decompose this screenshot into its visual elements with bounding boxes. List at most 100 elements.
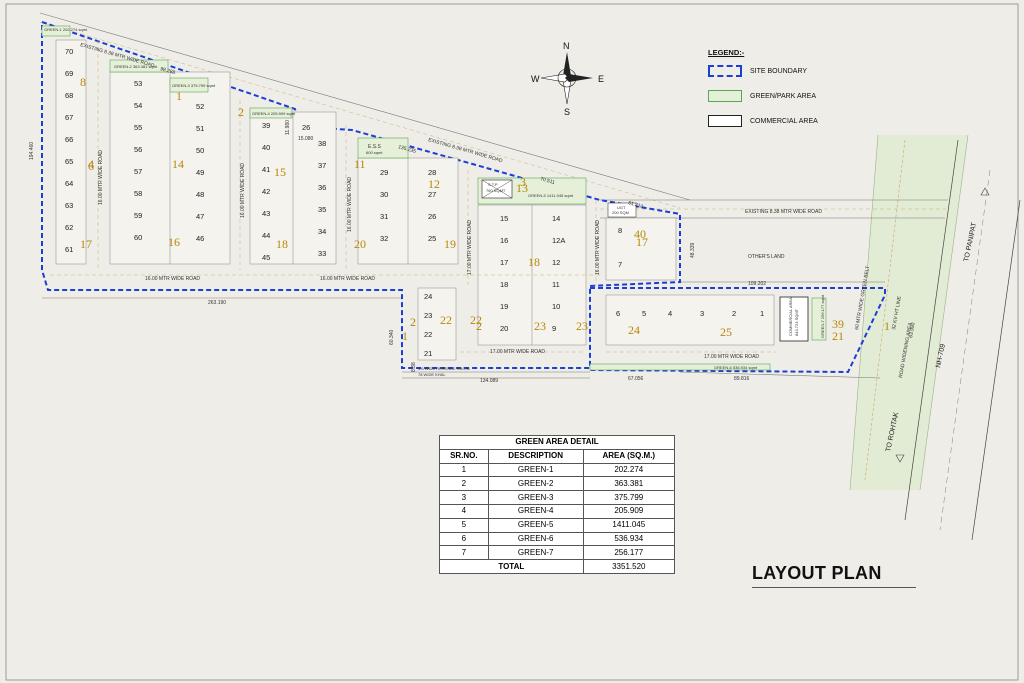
compass-w: W (531, 74, 540, 84)
green-3-label: GREEN-3 375.799 sqmt (172, 83, 216, 88)
dim-left: 194.460 (29, 142, 35, 160)
site-boundary-swatch (708, 65, 742, 77)
plot-number: 21 (424, 349, 432, 358)
green-6-label: GREEN-6 536.934 sqmt (714, 365, 758, 370)
table-cell: GREEN-5 (487, 517, 584, 533)
plot-number: 57 (134, 167, 142, 176)
plot-number: 66 (65, 135, 73, 144)
road-label-16m-3: 16.00 MTR WIDE ROAD (347, 177, 353, 232)
plot-number: 29 (380, 168, 388, 177)
green-belt-area (850, 135, 968, 490)
plot-number: 45 (262, 253, 270, 262)
legend-label: COMMERCIAL AREA (750, 117, 818, 125)
plot-number: 55 (134, 123, 142, 132)
green-5-label: GREEN-5 1411.045 sqmt (528, 193, 574, 198)
table-cell: 375.799 (582, 490, 676, 505)
road-label-16m-4: 16.00 MTR WIDE ROAD (145, 276, 200, 282)
plot-number: 69 (65, 69, 73, 78)
plot-number: 12A (552, 236, 565, 245)
highway-edge (971, 199, 1021, 541)
boundary-line (679, 371, 881, 379)
plot-number: 46 (196, 234, 204, 243)
block-number: 16 (168, 235, 180, 249)
plot-number: 61 (65, 245, 73, 254)
table-cell: 1411.045 (582, 517, 676, 533)
ugt-area-label: 200 SQM (612, 210, 629, 215)
plot-number: 36 (318, 183, 326, 192)
plot-number: 16 (500, 236, 508, 245)
plot-number: 35 (318, 205, 326, 214)
plot-number: 28 (428, 168, 436, 177)
plot-number: 49 (196, 168, 204, 177)
block-number: 8 (80, 75, 86, 89)
plot-number: 3 (700, 309, 704, 318)
green-1-label: GREEN-1 202.274 sqmt (44, 27, 88, 32)
plot-number: 67 (65, 113, 73, 122)
dim-right-2: 109.202 (748, 281, 766, 287)
road-label-16m-2: 16.00 MTR WIDE ROAD (240, 163, 246, 218)
compass-e: E (598, 74, 604, 84)
stp-label: S.T.P (488, 182, 498, 187)
compass-rose-icon: N S E W (531, 41, 604, 117)
road-label-17m-3: 17.00 MTR WIDE ROAD (704, 354, 759, 360)
dim-small: 8.38 (411, 362, 417, 372)
table-cell: 3 (439, 490, 489, 505)
plot-number: 18 (500, 280, 508, 289)
plot-number: 23 (424, 311, 432, 320)
revenue-rasta-label: 3.6 WIDE REVENUE RASTA (418, 366, 470, 371)
table-cell: 7 (439, 545, 489, 561)
plot-number: 1 (760, 309, 764, 318)
block-number: 3 (520, 175, 526, 189)
table-row: 3 GREEN-3 375.799 (439, 490, 676, 505)
legend-label: GREEN/PARK AREA (750, 92, 817, 100)
plot-number: 4 (668, 309, 672, 318)
green-4-label: GREEN-4 205.909 sqmt (252, 111, 296, 116)
block-number: 11 (354, 157, 366, 171)
road-label-17m-2: 17.00 MTR WIDE ROAD (490, 349, 545, 355)
plot-number: 63 (65, 201, 73, 210)
green-2-label: GREEN-2 363.381 sqmt (114, 64, 158, 69)
table-cell: 6 (439, 531, 489, 547)
plot-number: 11 (552, 280, 560, 289)
green-7-label: GREEN-7 256.177 sqmt (820, 294, 825, 338)
table-cell: 205.909 (582, 503, 676, 519)
plot-number: 56 (134, 145, 142, 154)
ess-area-label: 600 sqmt (366, 150, 383, 155)
road-label-16m-5: 16.00 MTR WIDE ROAD (320, 276, 375, 282)
dim-bottom-4: 89.816 (734, 376, 750, 382)
dim-bottom-3: 67.056 (628, 376, 644, 382)
plot-number: 22 (424, 330, 432, 339)
page-title: LAYOUT PLAN (752, 563, 882, 583)
block-number: 21 (832, 329, 844, 343)
commercial-area-label: 843.723 SQMT (794, 308, 799, 336)
plot-number: 17 (500, 258, 508, 267)
legend-label: SITE BOUNDARY (750, 67, 808, 75)
plot-number: 34 (318, 227, 326, 236)
to-panipat-label: TO PANIPAT (963, 221, 978, 262)
block-number: 1 (402, 329, 408, 343)
plot-number: 50 (196, 146, 204, 155)
plot-number: 60 (134, 233, 142, 242)
table-total-value: 3351.520 (582, 559, 676, 574)
plot-number: 65 (65, 157, 73, 166)
table-cell: 256.177 (582, 545, 676, 561)
block-number: 1 (884, 319, 890, 333)
plot-number: 8 (618, 226, 622, 235)
plot-number: 33 (318, 249, 326, 258)
block-number: 1 (176, 89, 182, 103)
dim-bottom-2: 134.089 (480, 378, 498, 384)
plot-number: 38 (318, 139, 326, 148)
block-number: 23 (576, 319, 588, 333)
block-number: 15 (274, 165, 286, 179)
road-label-17m-1: 17.00 MTR WIDE ROAD (467, 220, 473, 275)
block-number: 2 (476, 319, 482, 333)
plot-number: 68 (65, 91, 73, 100)
dim-side: 60.340 (389, 329, 395, 345)
plot-number: 62 (65, 223, 73, 232)
plot-number: 53 (134, 79, 142, 88)
plot-number: 37 (318, 161, 326, 170)
plot-number: 20 (500, 324, 508, 333)
block-number: 25 (720, 325, 732, 339)
plot-number: 39 (262, 121, 270, 130)
block-number: 17 (636, 235, 648, 249)
